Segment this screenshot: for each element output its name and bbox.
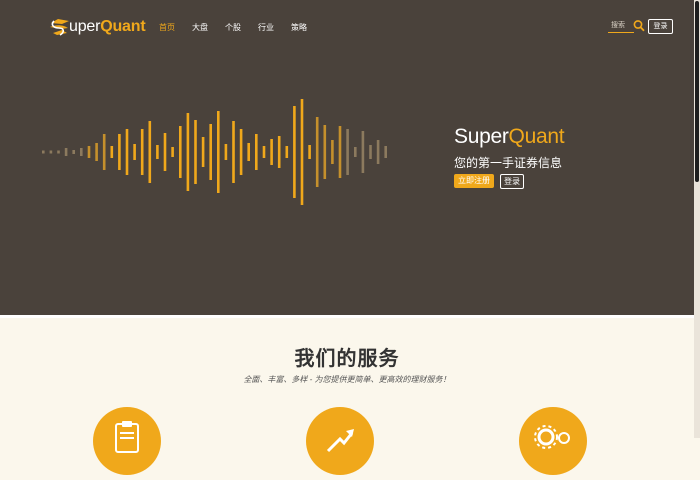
wave-bar bbox=[186, 113, 190, 191]
wave-bar bbox=[376, 140, 380, 164]
service-card-1[interactable] bbox=[93, 407, 161, 475]
service-card-2[interactable] bbox=[306, 407, 374, 475]
wave-bar bbox=[64, 148, 68, 156]
wave-bar bbox=[270, 139, 273, 165]
wave-bar bbox=[102, 134, 106, 170]
wave-bar bbox=[277, 136, 281, 168]
growth-arrow-icon bbox=[326, 429, 354, 453]
wave-bar bbox=[80, 148, 83, 156]
wave-bar bbox=[194, 120, 197, 184]
wave-bar bbox=[95, 143, 98, 161]
wave-bar bbox=[384, 146, 387, 158]
nav-item-strategy[interactable]: 策略 bbox=[291, 22, 307, 33]
hero-login-button[interactable]: 登录 bbox=[500, 174, 524, 189]
service-card-3[interactable] bbox=[519, 407, 587, 475]
wave-bar bbox=[125, 129, 129, 175]
clipboard-icon bbox=[115, 421, 139, 453]
wave-bar bbox=[315, 117, 319, 187]
page-scrollbar-thumb[interactable] bbox=[695, 1, 699, 182]
logo[interactable]: uperQuant bbox=[48, 14, 146, 40]
logo-text-quant: Quant bbox=[100, 18, 146, 35]
wave-bar bbox=[232, 121, 235, 183]
wave-bar bbox=[163, 133, 167, 171]
wave-bar bbox=[49, 150, 53, 154]
search-input[interactable] bbox=[608, 19, 634, 33]
wave-bar bbox=[338, 126, 342, 178]
wave-bar bbox=[255, 134, 258, 170]
wave-bar bbox=[239, 129, 243, 175]
wave-bar bbox=[57, 150, 60, 154]
hero-brand-quant: Quant bbox=[508, 125, 565, 148]
wave-bar bbox=[354, 147, 357, 157]
nav-item-home[interactable]: 首页 bbox=[159, 22, 175, 33]
wave-bar bbox=[346, 129, 349, 175]
wave-bar bbox=[140, 129, 144, 175]
services-title: 我们的服务 bbox=[294, 348, 400, 370]
wave-bar bbox=[308, 145, 311, 159]
search-icon[interactable] bbox=[633, 19, 645, 32]
wave-bar bbox=[156, 145, 159, 159]
wave-bar bbox=[293, 106, 296, 198]
wave-bar bbox=[361, 131, 365, 173]
hero-brand-super: Super bbox=[454, 125, 509, 148]
wave-bar bbox=[179, 126, 182, 178]
wave-bar bbox=[148, 121, 152, 183]
wave-bar bbox=[247, 143, 250, 161]
hero-divider bbox=[0, 315, 700, 318]
wave-bar bbox=[331, 140, 334, 164]
sound-wave-graphic bbox=[42, 99, 387, 205]
nav-item-industry[interactable]: 行业 bbox=[258, 22, 274, 33]
wave-bar bbox=[133, 144, 136, 160]
register-button[interactable]: 立即注册 bbox=[454, 174, 494, 188]
hero-brand: SuperQuant bbox=[454, 125, 565, 149]
header-login-button[interactable]: 登录 bbox=[648, 19, 673, 34]
main-nav: 首页 大盘 个股 行业 策略 bbox=[159, 22, 324, 33]
wave-bar bbox=[369, 145, 372, 159]
wave-bar bbox=[262, 146, 266, 158]
services-subtitle: 全面、丰富、多样 - 为您提供更简单、更高效的理财服务！ bbox=[243, 375, 451, 384]
wave-bar bbox=[42, 150, 45, 154]
wave-bar bbox=[110, 146, 114, 158]
wave-bar bbox=[217, 111, 220, 193]
wave-bar bbox=[72, 150, 75, 154]
gear-money-icon bbox=[534, 425, 570, 449]
wave-bar bbox=[224, 144, 228, 160]
nav-item-stocks[interactable]: 个股 bbox=[225, 22, 241, 33]
hero-tagline: 您的第一手证券信息 bbox=[454, 156, 563, 170]
wave-bar bbox=[209, 124, 212, 180]
wave-bar bbox=[118, 134, 121, 170]
wave-bar bbox=[87, 146, 91, 158]
nav-item-market[interactable]: 大盘 bbox=[192, 22, 208, 33]
wave-bar bbox=[201, 137, 205, 167]
wave-bar bbox=[323, 125, 327, 179]
wave-bar bbox=[285, 146, 289, 158]
logo-text: uperQuant bbox=[69, 18, 146, 36]
wave-bar bbox=[171, 147, 174, 157]
wave-bar bbox=[300, 99, 304, 205]
logo-text-super: uper bbox=[69, 18, 101, 35]
